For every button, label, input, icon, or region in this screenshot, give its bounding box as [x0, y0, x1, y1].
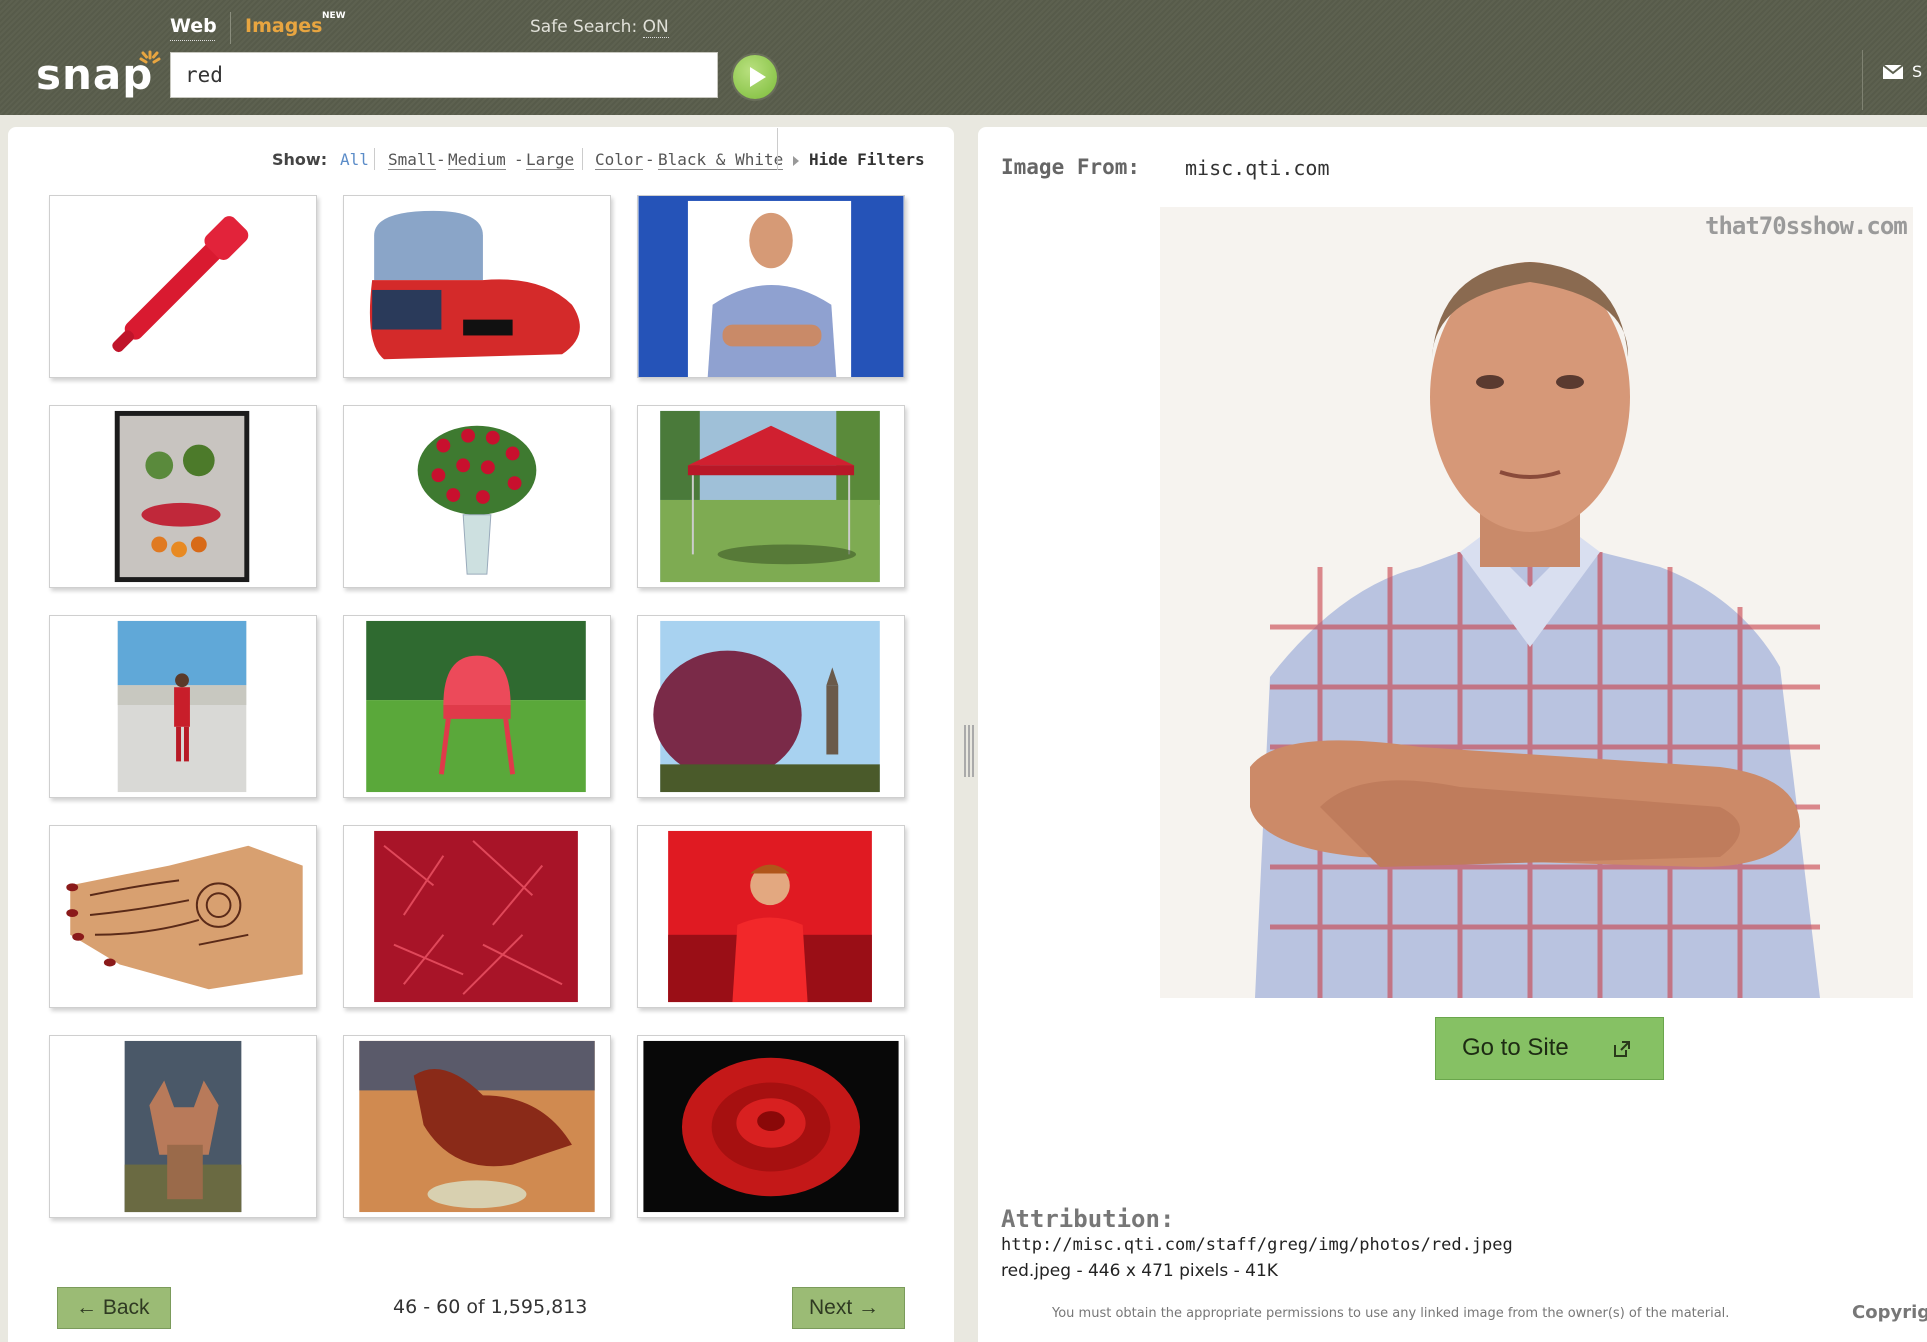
thumb-red-canopy[interactable] [637, 405, 905, 588]
filter-all[interactable]: All [340, 150, 369, 169]
search-go-button[interactable] [733, 55, 777, 99]
thumb-fruit-mosaic[interactable] [49, 405, 317, 588]
back-arrow-icon: ← [76, 1296, 103, 1319]
thumb-red-roses-vase[interactable] [343, 405, 611, 588]
thumb-henna-hand[interactable] [49, 825, 317, 1008]
safe-search-label: Safe Search: [530, 17, 638, 37]
thumb-woman-red-outfit[interactable] [49, 615, 317, 798]
canopy-image [660, 410, 880, 583]
panel-resize-handle[interactable] [962, 725, 976, 777]
filter-medium[interactable]: Medium [448, 150, 506, 170]
header-separator [1862, 50, 1863, 110]
fox-image [124, 1040, 242, 1213]
go-to-site-label: Go to Site [1462, 1034, 1569, 1061]
copyright-text[interactable]: Copyrig [1852, 1302, 1927, 1323]
flashlight-image [112, 216, 249, 353]
filter-small[interactable]: Small [388, 150, 437, 170]
thumb-red-slipper[interactable] [343, 195, 611, 378]
filter-divider [777, 128, 778, 170]
watermark-text: that70sshow.com [1705, 212, 1908, 240]
mosaic-image [114, 410, 250, 583]
rose-image [643, 1040, 899, 1213]
grass-image [374, 830, 578, 1003]
roses-image [417, 425, 537, 575]
thumb-red-bird[interactable] [343, 1035, 611, 1218]
attribution-url[interactable]: http://misc.qti.com/staff/greg/img/photo… [1001, 1235, 1513, 1255]
thumb-boy-red-shirt[interactable] [637, 825, 905, 1008]
filter-dash: - [514, 150, 524, 169]
back-button[interactable]: ← Back [57, 1287, 171, 1329]
filter-dash: - [645, 150, 655, 169]
thumb-man-plaid-shirt[interactable] [637, 195, 905, 378]
boy-image [668, 830, 872, 1003]
hide-filters-toggle[interactable]: Hide Filters [793, 150, 925, 169]
new-badge: NEW [322, 11, 346, 21]
attribution-label: Attribution: [1001, 1205, 1175, 1233]
filter-divider [582, 148, 583, 170]
preview-image[interactable] [1160, 207, 1913, 998]
slipper-image [369, 210, 580, 360]
thumb-red-lawn-chair[interactable] [343, 615, 611, 798]
woman-image [117, 620, 247, 793]
chair-image [366, 620, 586, 793]
thumb-red-tree[interactable] [637, 615, 905, 798]
external-link-icon [1614, 1041, 1630, 1057]
next-button[interactable]: Next → [792, 1287, 905, 1329]
permission-disclaimer: You must obtain the appropriate permissi… [1052, 1306, 1730, 1321]
portrait-image [638, 196, 904, 377]
hand-image [66, 845, 303, 990]
search-input[interactable] [170, 52, 718, 98]
thumb-red-rose[interactable] [637, 1035, 905, 1218]
thumb-red-fox[interactable] [49, 1035, 317, 1218]
sun-logo-icon [139, 50, 161, 64]
tree-image [653, 620, 880, 793]
back-label: Back [102, 1296, 150, 1319]
bird-image [359, 1040, 595, 1213]
tab-images[interactable]: Images [245, 15, 322, 37]
filter-black-white[interactable]: Black & White [658, 150, 784, 170]
attribution-meta: red.jpeg - 446 x 471 pixels - 41K [1001, 1261, 1278, 1281]
safe-search[interactable]: Safe Search: ON [530, 17, 669, 38]
tab-web-underline [170, 40, 215, 41]
snap-logo[interactable]: snap [36, 50, 153, 99]
mail-icon[interactable] [1882, 64, 1904, 80]
tab-web[interactable]: Web [170, 15, 217, 37]
filter-color[interactable]: Color [595, 150, 644, 170]
preview-portrait-image [1160, 207, 1913, 998]
safe-search-value[interactable]: ON [642, 17, 669, 38]
tab-separator [230, 12, 231, 44]
filter-show-label: Show: [272, 150, 328, 169]
image-from-label: Image From: [1001, 155, 1141, 179]
next-arrow-icon: → [852, 1296, 880, 1319]
thumb-red-flashlight[interactable] [49, 195, 317, 378]
filter-large[interactable]: Large [526, 150, 575, 170]
mail-label[interactable]: S [1912, 62, 1922, 81]
next-label: Next [809, 1296, 853, 1319]
filter-divider [374, 148, 375, 170]
filter-dash: - [436, 150, 446, 169]
result-count: 46 - 60 of 1,595,813 [393, 1296, 588, 1318]
image-from-domain[interactable]: misc.qti.com [1185, 156, 1330, 180]
thumb-red-grass[interactable] [343, 825, 611, 1008]
